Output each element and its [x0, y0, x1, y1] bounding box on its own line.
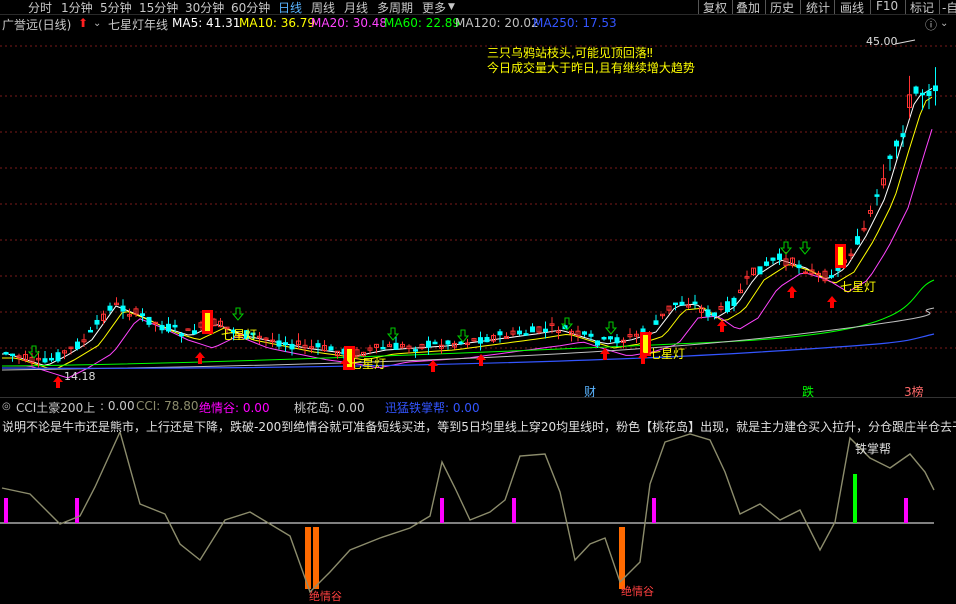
signal-label-3: 七星灯: [649, 347, 686, 361]
period-tab-1min[interactable]: 1分钟: [61, 0, 93, 16]
cci-value: CCI: 78.80: [136, 399, 199, 413]
history-button[interactable]: 历史: [770, 0, 794, 16]
info-circle-icon[interactable]: ⓘ: [925, 16, 937, 33]
indicator-name[interactable]: 七星灯年线: [108, 16, 168, 33]
period-tab-fenshi[interactable]: 分时: [28, 0, 52, 16]
tiezhangbang-label: 铁掌帮: [855, 442, 892, 456]
cci-chart[interactable]: [0, 432, 956, 603]
ma5-value: MA5: 41.31: [172, 16, 241, 30]
dropdown-circle-icon[interactable]: ⌄: [93, 18, 101, 29]
up-arrow-icon: ⬆: [78, 16, 89, 30]
jueqinggu-label-2: 绝情谷: [621, 585, 654, 598]
volume-note: 今日成交量大于昨日,且有继续增大趋势: [487, 61, 695, 75]
signal-label-1: 七星灯: [221, 328, 258, 342]
period-tab-15min[interactable]: 15分钟: [139, 0, 178, 16]
signal-label-2: 七星灯: [350, 357, 387, 371]
ma250-value: MA250: 17.53: [533, 16, 617, 30]
stats-button[interactable]: 统计: [806, 0, 830, 16]
candlestick-chart[interactable]: [0, 34, 956, 396]
ma60-value: MA60: 22.89: [384, 16, 461, 30]
period-tab-multi[interactable]: 多周期: [377, 0, 413, 16]
period-tab-monthly[interactable]: 月线: [344, 0, 368, 16]
f10-button[interactable]: F10: [876, 0, 898, 13]
ma20-value: MA20: 30.48: [311, 16, 388, 30]
settings-circle-icon[interactable]: ◎: [2, 401, 11, 412]
fuquan-button[interactable]: 复权: [703, 0, 727, 16]
jueqinggu-label-1: 绝情谷: [309, 590, 342, 603]
sub-indicator-bar: ◎ CCI土豪200上 : 0.00 CCI: 78.80 绝情谷: 0.00 …: [0, 397, 956, 415]
ma-indicator-bar: 广誉远(日线) ⬆ ⌄ 七星灯年线 MA5: 41.31 MA10: 36.79…: [0, 16, 956, 34]
tiezhangbang-value: 迅猛铁掌帮: 0.00: [385, 401, 480, 415]
period-toolbar: 分时 1分钟 5分钟 15分钟 30分钟 60分钟 日线 周线 月线 多周期 更…: [0, 0, 956, 15]
high-price-label: 45.00: [866, 35, 898, 48]
overlay-button[interactable]: 叠加: [736, 0, 760, 16]
taohuadao-value: 桃花岛: 0.00: [294, 401, 365, 415]
sub-indicator-title[interactable]: CCI土豪200上: [16, 399, 95, 416]
jueqinggu-value: 绝情谷: 0.00: [199, 401, 270, 415]
period-tab-weekly[interactable]: 周线: [311, 0, 335, 16]
more-dropdown-icon[interactable]: ▼: [448, 2, 455, 12]
low-price-label: 14.18: [64, 370, 96, 383]
period-tab-5min[interactable]: 5分钟: [100, 0, 132, 16]
signal-label-4: 七星灯: [840, 280, 877, 294]
period-tab-60min[interactable]: 60分钟: [231, 0, 270, 16]
dropdown-arrow-icon[interactable]: ⌄: [940, 18, 948, 29]
sub-indicator-value: : 0.00: [100, 399, 135, 413]
mark-button[interactable]: 标记: [910, 0, 934, 16]
ma120-value: MA120: 20.02: [455, 16, 539, 30]
custom-button[interactable]: -自: [942, 0, 956, 16]
draw-line-button[interactable]: 画线: [840, 0, 864, 16]
period-tab-30min[interactable]: 30分钟: [185, 0, 224, 16]
stock-name: 广誉远(日线): [2, 18, 72, 32]
period-tab-daily[interactable]: 日线: [278, 0, 302, 16]
period-tab-more[interactable]: 更多: [422, 0, 446, 16]
ma10-value: MA10: 36.79: [239, 16, 316, 30]
